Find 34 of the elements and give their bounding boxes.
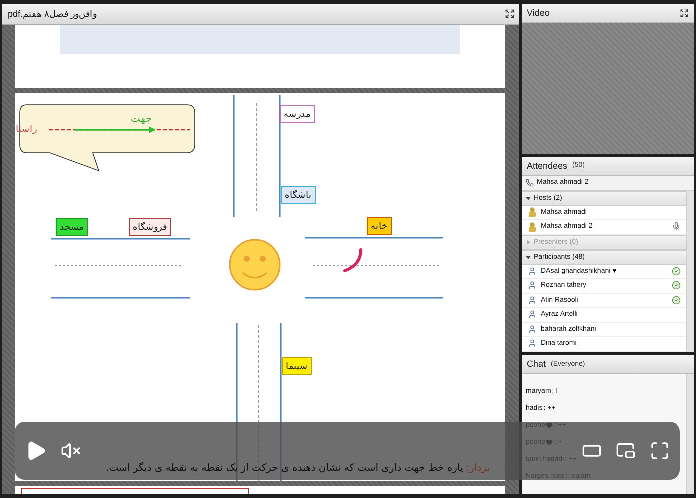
place-label: خانه — [367, 217, 392, 235]
panel-title: Attendees — [527, 160, 568, 171]
user-icon — [528, 281, 537, 290]
mute-button[interactable] — [61, 441, 81, 461]
user-icon — [528, 324, 537, 334]
caret-right-icon — [526, 240, 531, 245]
subtitle-text: پاره خط جهت داری است که نشان دهنده ی حرکت از یک نقطه به نقطه ی دیگر است. — [106, 463, 464, 474]
curve-mark — [344, 248, 362, 272]
place-label: سینما — [282, 357, 312, 375]
locked-user-icon — [528, 207, 537, 218]
place-label: باشگاه — [281, 186, 316, 204]
panel-title: Video — [527, 8, 550, 18]
user-icon — [528, 310, 537, 320]
user-icon — [528, 296, 537, 305]
expand-icon[interactable] — [680, 8, 689, 18]
scrollbar[interactable] — [686, 190, 694, 352]
picture-in-picture-button[interactable] — [616, 441, 636, 461]
phone-icon — [526, 178, 534, 187]
place-label: فروشگاه — [129, 218, 171, 236]
user-icon — [528, 266, 537, 276]
smiley-face-icon — [229, 239, 281, 291]
caret-down-icon — [526, 196, 531, 201]
locked-user-icon — [528, 222, 537, 232]
document-title: وافن‌ور فصل۸ هفتم.pdf — [8, 9, 98, 19]
user-icon — [528, 339, 537, 348]
place-label: مسجد — [56, 218, 88, 236]
direction-label: جهت — [131, 113, 152, 125]
scrollbar[interactable] — [686, 374, 694, 494]
expand-icon[interactable] — [505, 9, 515, 19]
place-label: مدرسه — [280, 105, 315, 123]
panel-title: Chat — [527, 359, 546, 369]
fullscreen-button[interactable] — [650, 441, 670, 461]
caret-down-icon — [526, 254, 531, 260]
subtitle-term: بردار: — [466, 463, 490, 474]
